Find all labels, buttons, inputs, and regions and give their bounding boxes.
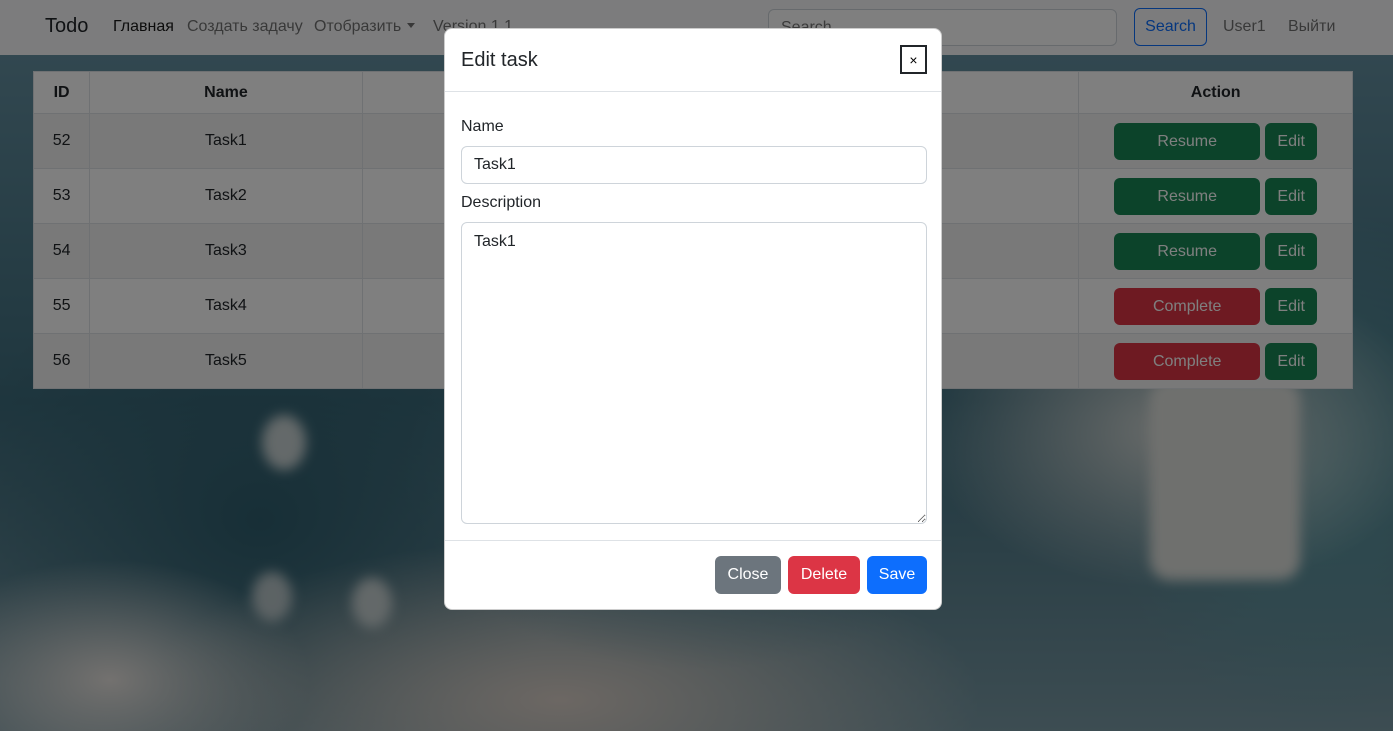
name-label: Name (461, 118, 504, 135)
close-button[interactable]: Close (715, 556, 781, 594)
modal-header-divider (445, 91, 941, 92)
edit-task-modal: Edit task × Name Description Task1 Close… (444, 28, 942, 610)
description-field[interactable]: Task1 (461, 222, 927, 524)
modal-footer-divider (445, 540, 941, 541)
save-button[interactable]: Save (867, 556, 927, 594)
name-field[interactable] (461, 146, 927, 184)
delete-button[interactable]: Delete (788, 556, 860, 594)
close-icon[interactable]: × (900, 45, 927, 74)
description-label: Description (461, 194, 542, 211)
modal-title: Edit task (461, 49, 538, 71)
